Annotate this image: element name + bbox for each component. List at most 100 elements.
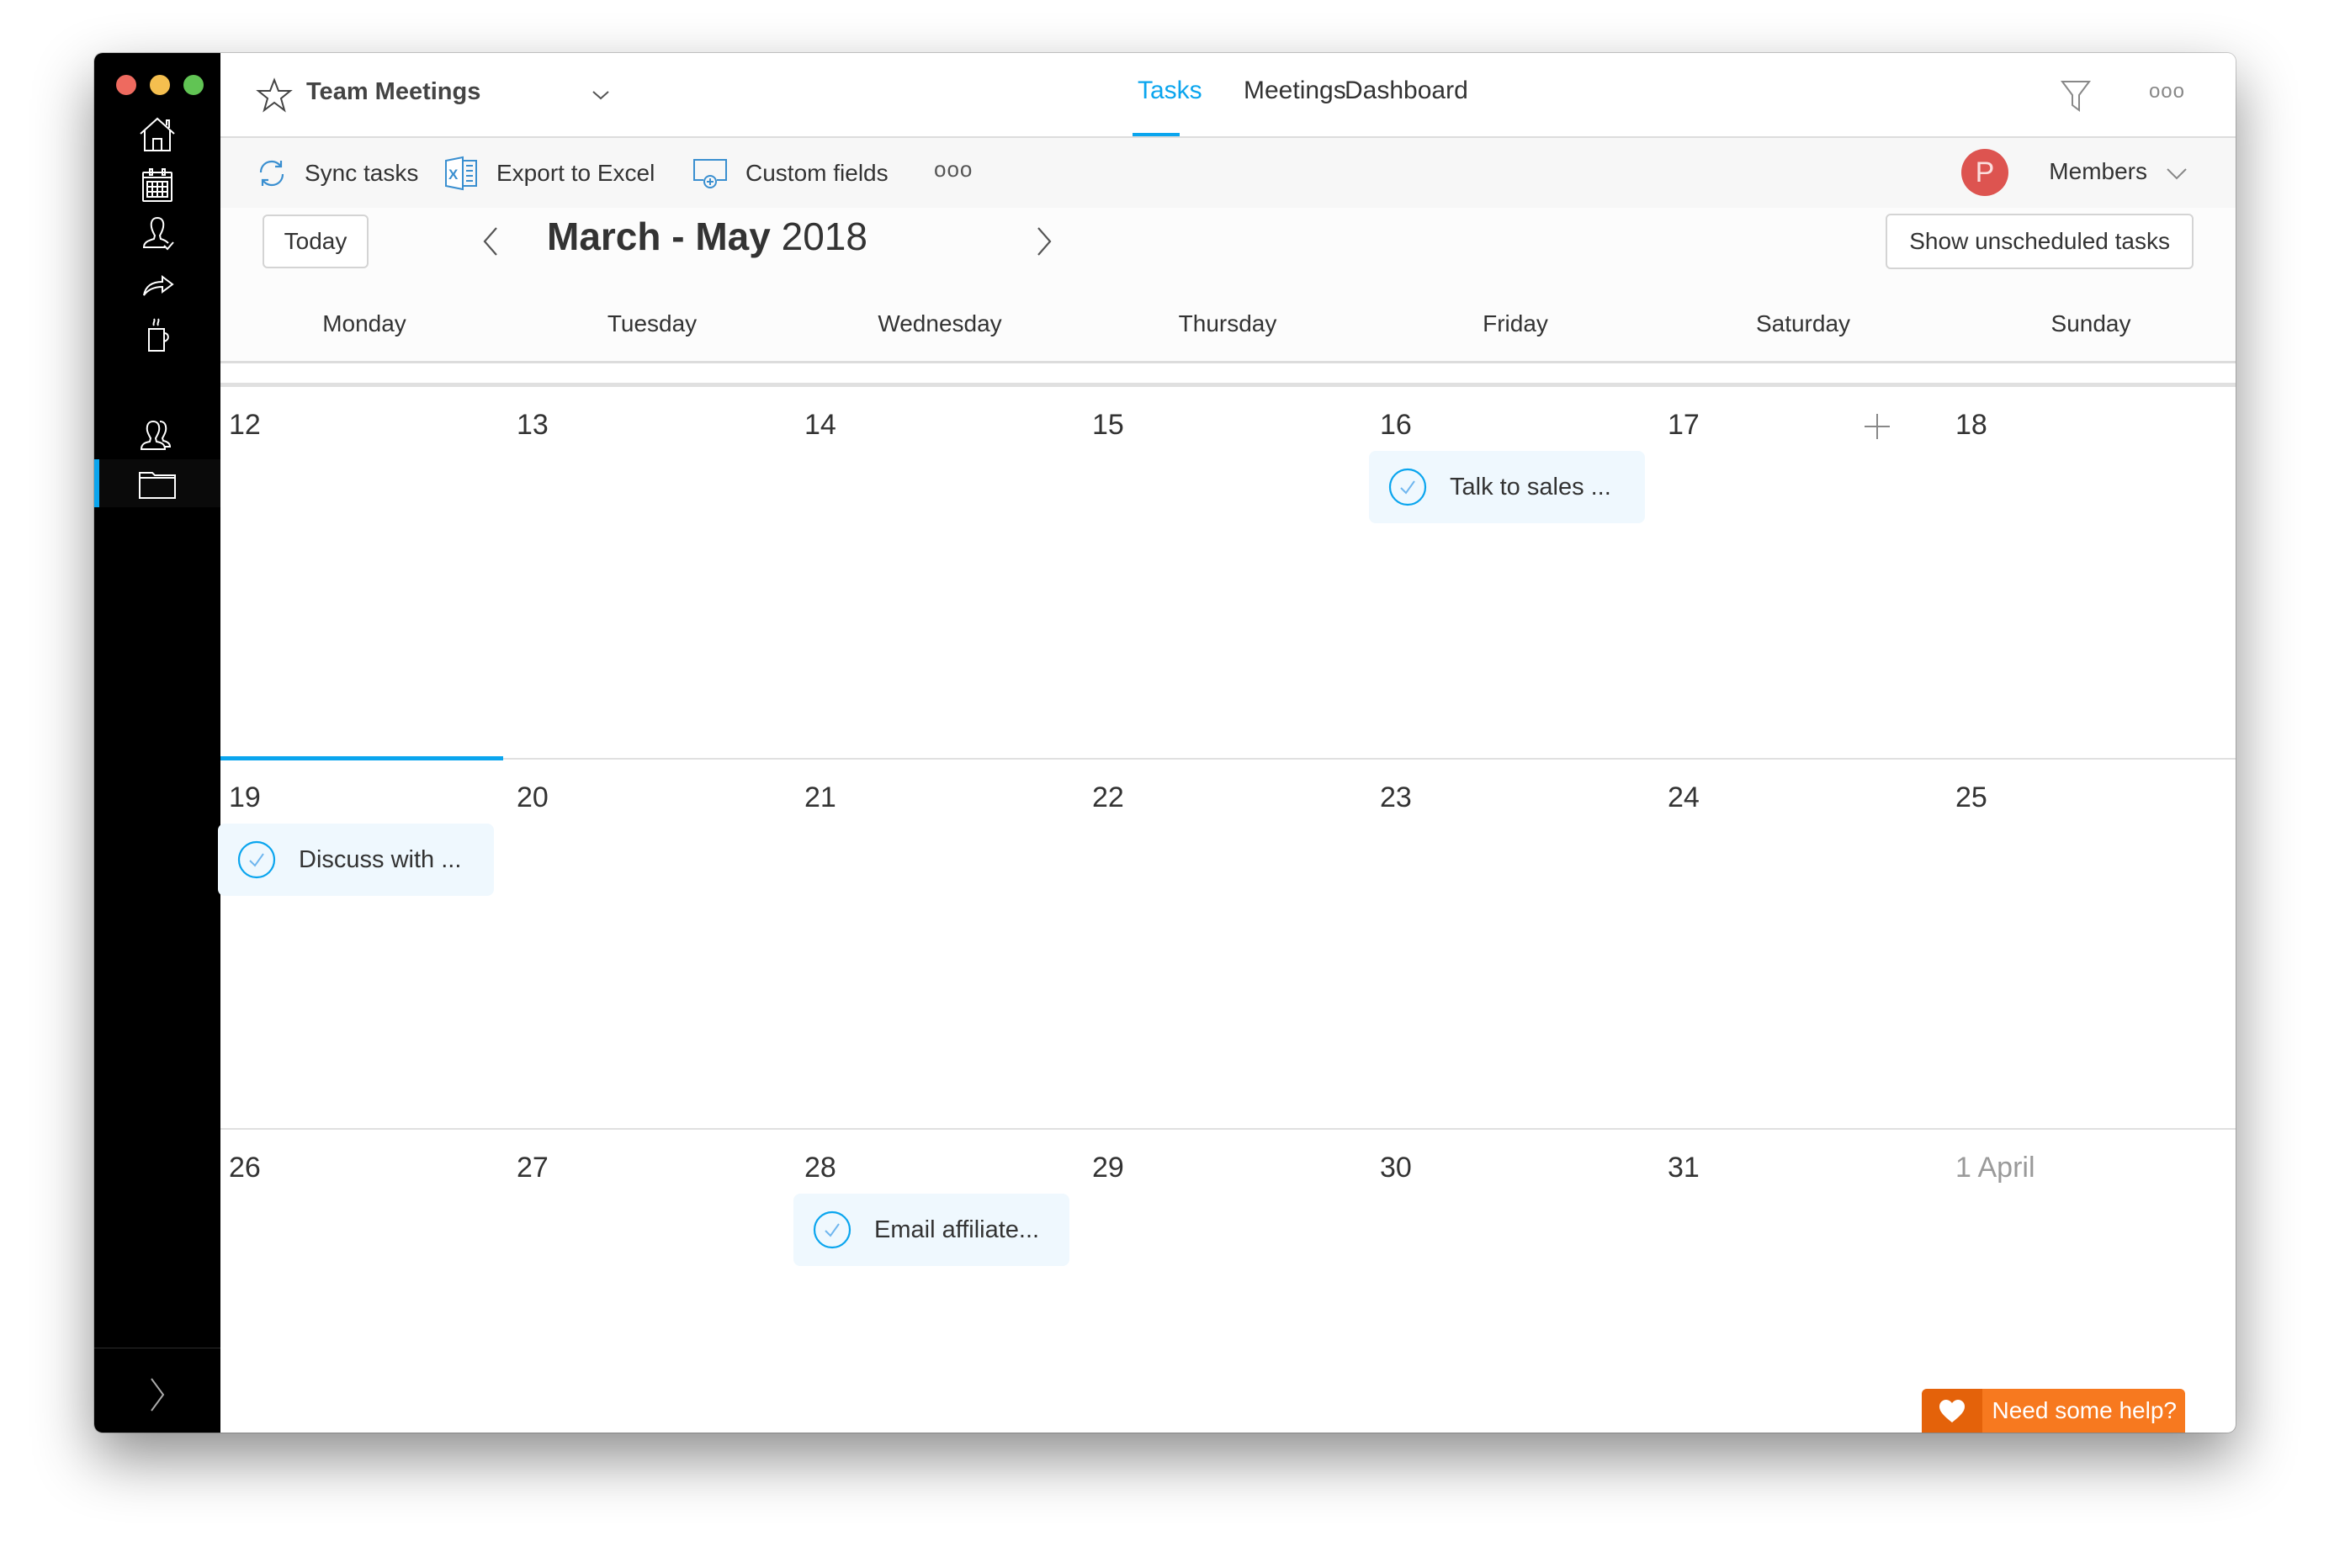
day-cell[interactable]: 18 xyxy=(1947,387,2235,760)
export-excel-button[interactable]: X Export to Excel xyxy=(444,138,655,208)
day-cell[interactable]: 19 Discuss with ... xyxy=(218,756,508,1130)
sidebar-item-break[interactable] xyxy=(94,304,220,363)
day-number: 30 xyxy=(1380,1152,1412,1184)
coffee-icon xyxy=(148,318,169,352)
maximize-window-button[interactable] xyxy=(183,75,204,95)
calendar-grid: 12 13 14 15 16 Talk to sales ... 17 18 19 Discuss… xyxy=(218,385,2236,1433)
chevron-down-icon[interactable] xyxy=(2165,167,2188,182)
share-icon xyxy=(143,275,174,296)
day-cell[interactable]: 15 xyxy=(1084,387,1371,760)
minimize-window-button[interactable] xyxy=(150,75,170,95)
day-cell[interactable]: 27 xyxy=(508,1130,796,1433)
more-options-button[interactable]: ooo xyxy=(2149,80,2185,103)
week-row: 19 Discuss with ... 20 21 22 23 24 25 xyxy=(218,756,2236,1130)
home-icon xyxy=(140,117,175,151)
day-cell[interactable]: 31 xyxy=(1659,1130,1947,1433)
heart-icon xyxy=(1939,1400,1965,1422)
check-circle-icon[interactable] xyxy=(1387,467,1428,507)
tab-tasks[interactable]: Tasks xyxy=(1138,77,1202,105)
day-cell[interactable]: 26 xyxy=(220,1130,508,1433)
day-name-wednesday: Wednesday xyxy=(878,310,1002,336)
day-cell[interactable]: 25 xyxy=(1947,760,2235,1130)
need-help-label: Need some help? xyxy=(1982,1389,2185,1433)
day-number: 15 xyxy=(1092,409,1124,441)
date-range-year: 2018 xyxy=(781,215,867,258)
team-icon xyxy=(140,420,172,450)
expand-sidebar-button[interactable] xyxy=(94,1365,220,1424)
day-number: 18 xyxy=(1955,409,1987,441)
check-circle-icon[interactable] xyxy=(236,840,277,880)
sync-icon xyxy=(259,160,284,186)
day-number: 27 xyxy=(517,1152,549,1184)
week-row: 26 27 28 Email affiliate... 29 30 31 1 April xyxy=(220,1128,2236,1433)
members-dropdown[interactable]: Members xyxy=(2049,158,2147,185)
today-button[interactable]: Today xyxy=(263,215,369,268)
day-number: 29 xyxy=(1092,1152,1124,1184)
custom-fields-label: Custom fields xyxy=(745,159,889,186)
excel-icon: X xyxy=(445,156,477,190)
add-task-plus-icon[interactable] xyxy=(1863,412,1891,441)
day-cell[interactable]: 1 April xyxy=(1947,1130,2235,1433)
day-cell[interactable]: 21 xyxy=(796,760,1084,1130)
close-window-button[interactable] xyxy=(116,75,136,95)
task-chip[interactable]: Talk to sales ... xyxy=(1369,451,1645,523)
day-cell[interactable]: 29 xyxy=(1084,1130,1371,1433)
show-unscheduled-tasks-button[interactable]: Show unscheduled tasks xyxy=(1886,214,2194,269)
day-number: 23 xyxy=(1380,781,1412,813)
day-cell[interactable]: 20 xyxy=(508,760,796,1130)
filter-icon[interactable] xyxy=(2059,77,2093,114)
task-title: Discuss with ... xyxy=(299,845,462,873)
top-bar: Team Meetings Tasks Meetings Dashboard o… xyxy=(220,53,2236,138)
sync-tasks-button[interactable]: Sync tasks xyxy=(256,138,418,208)
week-row: 12 13 14 15 16 Talk to sales ... 17 18 xyxy=(220,385,2236,760)
app-window: Team Meetings Tasks Meetings Dashboard o… xyxy=(94,53,2236,1433)
day-cell[interactable]: 28 Email affiliate... xyxy=(793,1130,1084,1433)
task-chip[interactable]: Discuss with ... xyxy=(218,824,494,896)
calendar-header: Today March - May 2018 Show unscheduled … xyxy=(220,208,2236,363)
custom-fields-button[interactable]: Custom fields xyxy=(692,138,889,208)
today-indicator xyxy=(220,756,503,760)
day-number: 14 xyxy=(804,409,836,441)
day-cell[interactable]: 23 xyxy=(1371,760,1659,1130)
tab-meetings[interactable]: Meetings xyxy=(1244,77,1346,105)
day-name-saturday: Saturday xyxy=(1755,310,1851,336)
need-help-button[interactable]: Need some help? xyxy=(1921,1389,2185,1433)
toolbar-more-button[interactable]: ooo xyxy=(934,156,973,183)
avatar[interactable]: P xyxy=(1961,149,2008,196)
svg-text:X: X xyxy=(448,167,459,183)
day-name-friday: Friday xyxy=(1483,310,1548,336)
day-number: 26 xyxy=(229,1152,261,1184)
day-cell[interactable]: 12 xyxy=(220,387,508,760)
day-cell[interactable]: 24 xyxy=(1659,760,1947,1130)
day-number: 16 xyxy=(1380,409,1412,441)
day-cell[interactable]: 30 xyxy=(1371,1130,1659,1433)
next-arrow-icon[interactable] xyxy=(1035,226,1053,257)
day-cell[interactable]: 17 xyxy=(1659,387,1947,760)
tab-dashboard[interactable]: Dashboard xyxy=(1345,77,1468,105)
task-title: Talk to sales ... xyxy=(1450,473,1611,501)
check-circle-icon[interactable] xyxy=(812,1210,852,1250)
folder-icon xyxy=(139,471,176,499)
day-number: 13 xyxy=(517,409,549,441)
day-cell[interactable]: 14 xyxy=(796,387,1084,760)
day-cell[interactable]: 16 Talk to sales ... xyxy=(1369,387,1659,760)
day-number: 31 xyxy=(1668,1152,1700,1184)
sidebar xyxy=(94,53,220,1433)
previous-arrow-icon[interactable] xyxy=(481,226,500,257)
day-number: 17 xyxy=(1668,409,1700,441)
day-cell[interactable]: 13 xyxy=(508,387,796,760)
sidebar-item-team[interactable] xyxy=(94,406,220,465)
day-number: 25 xyxy=(1955,781,1987,813)
day-number: 24 xyxy=(1668,781,1700,813)
task-chip[interactable]: Email affiliate... xyxy=(793,1194,1069,1266)
sidebar-item-boards[interactable] xyxy=(94,459,220,507)
day-number: 21 xyxy=(804,781,836,813)
export-excel-label: Export to Excel xyxy=(496,159,655,186)
main-area: Team Meetings Tasks Meetings Dashboard o… xyxy=(218,53,2236,1433)
day-number: 20 xyxy=(517,781,549,813)
day-number: 28 xyxy=(804,1152,836,1184)
day-cell[interactable]: 22 xyxy=(1084,760,1371,1130)
day-name-thursday: Thursday xyxy=(1178,310,1277,336)
date-range-months: March - May xyxy=(547,215,771,258)
day-name-monday: Monday xyxy=(322,310,406,336)
